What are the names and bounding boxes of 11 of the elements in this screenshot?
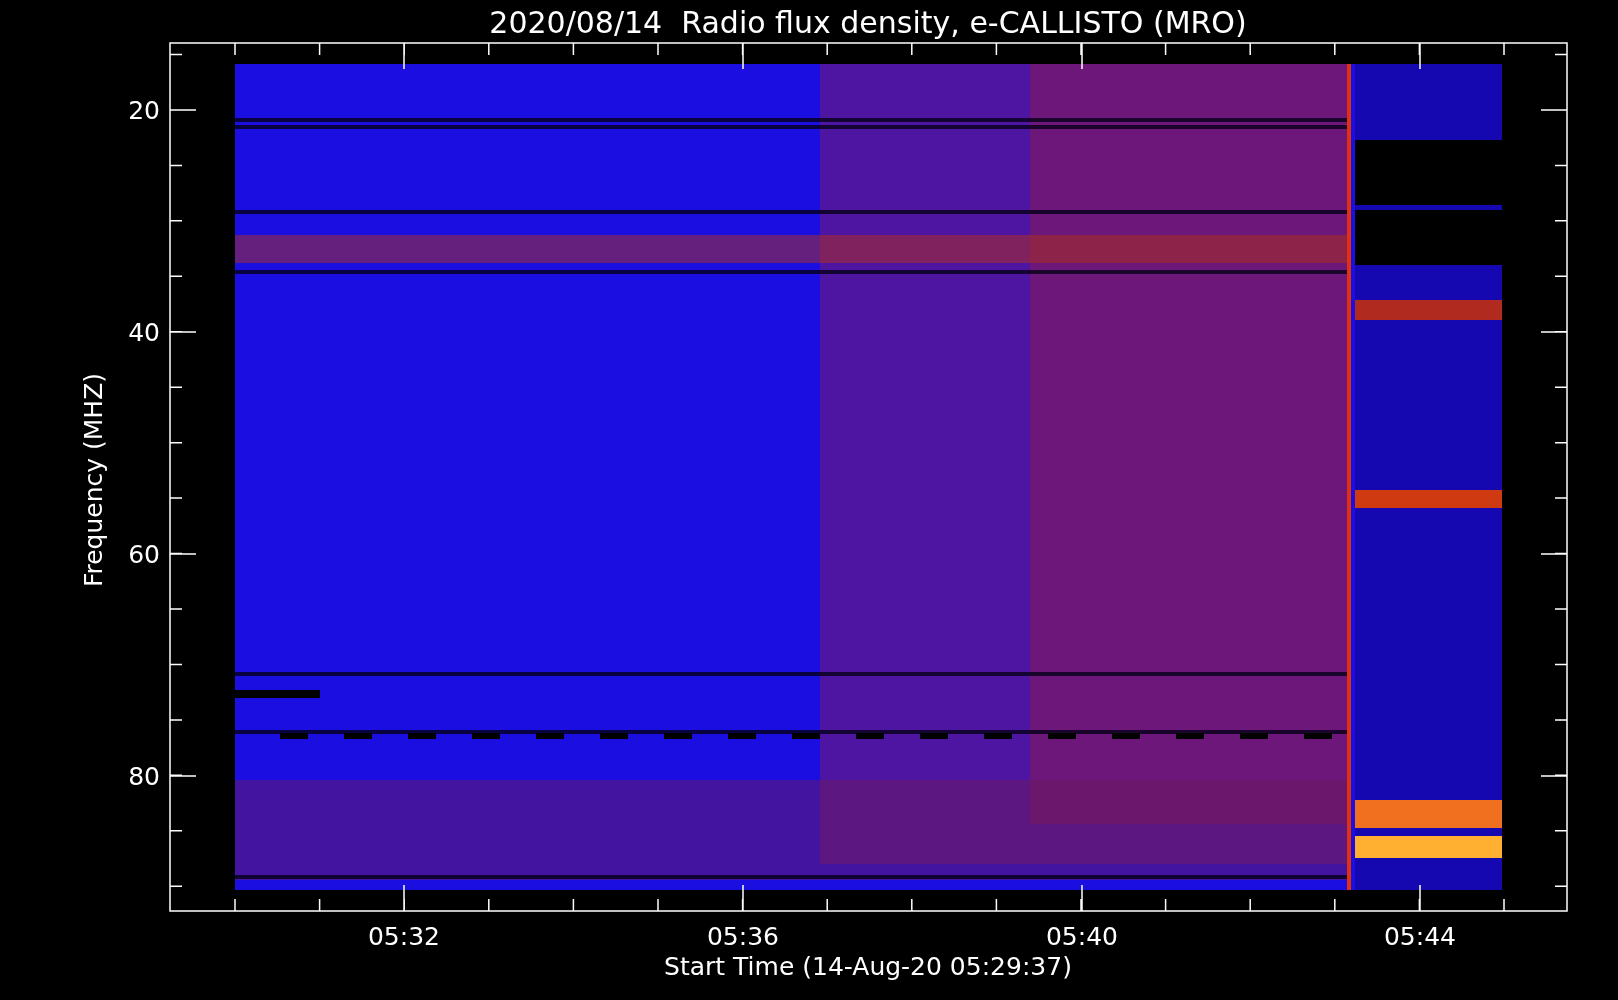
y-tick-label: 40 (128, 318, 160, 347)
x-tick-label: 05:36 (707, 922, 779, 951)
plot-title: 2020/08/14 Radio flux density, e-CALLISTO (MRO) (489, 5, 1247, 40)
x-tick-label: 05:40 (1046, 922, 1118, 951)
y-tick-label: 80 (128, 762, 160, 791)
x-axis-label: Start Time (14-Aug-20 05:29:37) (664, 952, 1072, 981)
x-tick-label: 05:44 (1384, 922, 1456, 951)
y-tick-label: 20 (128, 96, 160, 125)
y-axis-label: Frequency (MHZ) (79, 372, 108, 588)
y-tick-label: 60 (128, 540, 160, 569)
x-tick-label: 05:32 (368, 922, 440, 951)
